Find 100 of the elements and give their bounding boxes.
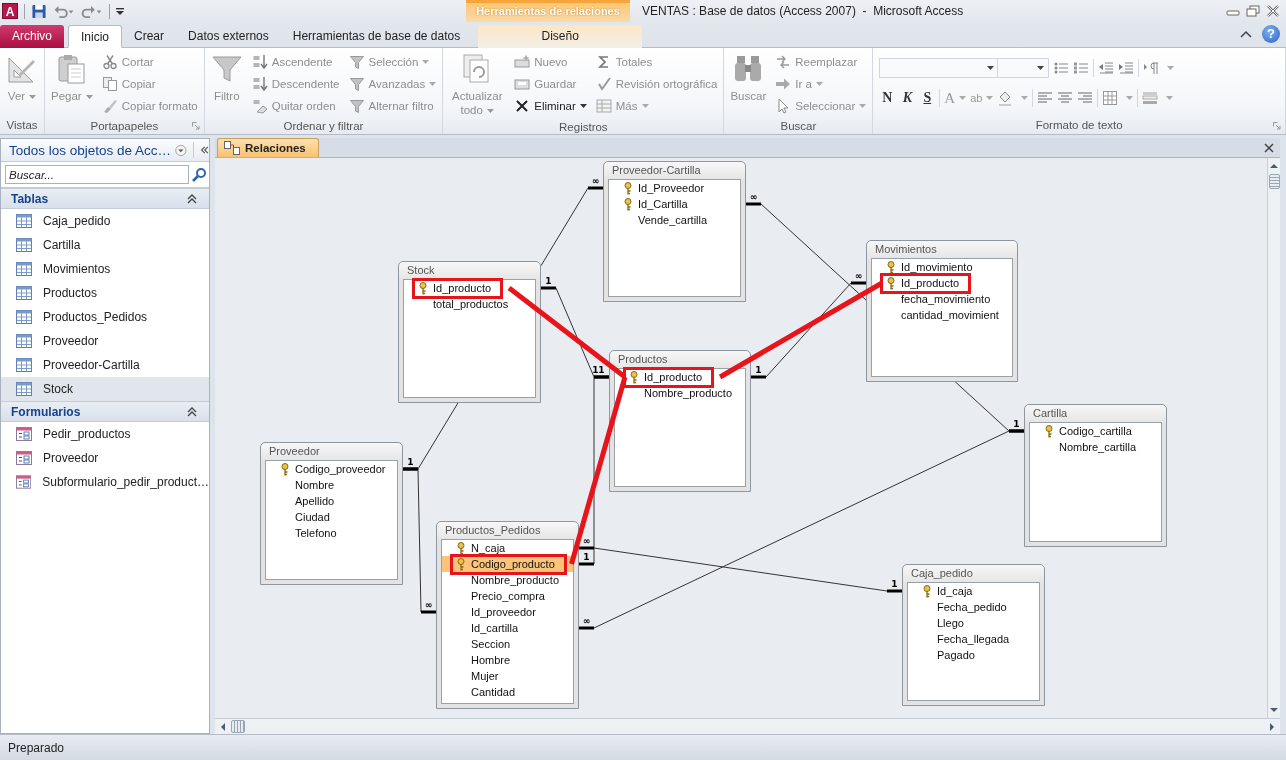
horizontal-scrollbar[interactable] [215, 718, 1280, 734]
align-right-icon[interactable] [1077, 90, 1094, 106]
navigation-item[interactable]: Proveedor-Cartilla [1, 353, 209, 377]
table-card[interactable]: Proveedor Codigo_proveedor Nombre Apellido Ciudad Telefono [260, 442, 403, 585]
field-row[interactable]: fecha_movimiento [872, 291, 1012, 307]
field-row[interactable]: Nombre [266, 477, 397, 493]
relationship-line[interactable] [579, 375, 609, 566]
field-row[interactable]: Id_movimiento [872, 259, 1012, 275]
navigation-item[interactable]: Pedir_productos [1, 422, 209, 446]
restore-icon[interactable] [1246, 5, 1260, 17]
field-row[interactable]: Mujer [442, 668, 573, 684]
table-card[interactable]: Stock Id_producto total_productos [398, 261, 541, 403]
font-style-button[interactable]: N [879, 90, 896, 106]
field-row[interactable]: Nombre_producto [442, 572, 573, 588]
scroll-down-icon[interactable] [1269, 706, 1279, 714]
table-card[interactable]: Productos Id_producto Nombre_producto [609, 350, 751, 492]
field-row[interactable]: N_caja [442, 540, 573, 556]
field-row[interactable]: Nombre_cartilla [1030, 439, 1161, 455]
field-row[interactable]: Telefono [266, 525, 397, 541]
paragraph-icon[interactable] [1143, 60, 1160, 76]
ribbon-tab[interactable]: Inicio [68, 25, 123, 48]
group-header[interactable]: Tablas [1, 188, 209, 209]
scroll-right-icon[interactable] [1268, 721, 1276, 732]
field-row[interactable]: Apellido [266, 493, 397, 509]
navigation-item[interactable]: Movimientos [1, 257, 209, 281]
scrollbar-thumb[interactable] [1268, 174, 1280, 189]
ribbon-tab[interactable]: Datos externos [176, 25, 281, 48]
field-row[interactable]: Id_Proveedor [609, 180, 740, 196]
table-card[interactable]: Cartilla Codigo_cartilla Nombre_cartilla [1024, 404, 1167, 547]
decrease-indent-icon[interactable] [1098, 60, 1115, 76]
field-row[interactable]: Fecha_pedido [908, 599, 1039, 615]
navigation-item[interactable]: Caja_pedido [1, 209, 209, 233]
scroll-up-icon[interactable] [1269, 162, 1279, 170]
increase-indent-icon[interactable] [1118, 60, 1135, 76]
save-icon[interactable] [31, 3, 47, 19]
field-row[interactable]: Llego [908, 615, 1039, 631]
gridlines-icon[interactable] [1102, 90, 1119, 106]
field-row[interactable]: total_productos [404, 296, 535, 312]
redo-icon[interactable] [81, 3, 103, 19]
align-center-icon[interactable] [1057, 90, 1074, 106]
table-card[interactable]: Proveedor-Cartilla Id_Proveedor Id_Cartilla Vende_cartilla [603, 161, 746, 302]
field-row[interactable]: cantidad_movimient [872, 307, 1012, 323]
relationship-line[interactable] [579, 546, 902, 593]
field-row[interactable]: Cantidad [442, 684, 573, 700]
relationship-line[interactable] [403, 467, 436, 614]
navigation-item[interactable]: Proveedor [1, 446, 209, 470]
scroll-left-icon[interactable] [219, 721, 227, 732]
numbered-list-icon[interactable] [1073, 60, 1090, 76]
field-row[interactable]: Id_producto [615, 369, 745, 385]
field-row[interactable]: Nombre_producto [615, 385, 745, 401]
field-row[interactable]: Codigo_proveedor [266, 461, 397, 477]
scrollbar-thumb[interactable] [231, 720, 245, 733]
table-card[interactable]: Productos_Pedidos N_caja Codigo_producto Nombre_producto Precio_compra Id_proveedor Id_cartilla Seccion Hombre Mujer Cantidad [436, 521, 579, 709]
field-row[interactable]: Id_proveedor [442, 604, 573, 620]
field-row[interactable]: Id_producto [404, 280, 535, 296]
field-row[interactable]: Ciudad [266, 509, 397, 525]
vertical-scrollbar[interactable] [1267, 158, 1280, 718]
field-row[interactable]: Pagado [908, 647, 1039, 663]
relationship-line[interactable] [579, 429, 1024, 630]
table-card[interactable]: Caja_pedido Id_caja Fecha_pedido Llego Fecha_llegada Pagado [902, 564, 1045, 706]
align-left-icon[interactable] [1037, 90, 1054, 106]
field-row[interactable]: Id_caja [908, 583, 1039, 599]
ribbon-tab[interactable]: Diseño [478, 25, 643, 48]
navigation-item[interactable]: Subformulario_pedir_product… [1, 470, 209, 494]
alternate-row-icon[interactable] [1142, 90, 1159, 106]
field-row[interactable]: Id_Cartilla [609, 196, 740, 212]
search-icon[interactable] [191, 166, 207, 183]
close-icon[interactable] [1264, 143, 1274, 153]
collapse-pane-icon[interactable] [199, 145, 209, 155]
navigation-item[interactable]: Stock [1, 377, 209, 401]
document-tab[interactable]: Relaciones [217, 138, 319, 157]
field-row[interactable]: Fecha_llegada [908, 631, 1039, 647]
field-row[interactable]: Hombre [442, 652, 573, 668]
group-header[interactable]: Formularios [1, 401, 209, 422]
dropdown-icon[interactable] [175, 142, 187, 158]
bullet-list-icon[interactable] [1053, 60, 1070, 76]
field-row[interactable]: Codigo_cartilla [1030, 423, 1161, 439]
dialog-launcher-icon[interactable] [191, 122, 200, 130]
ribbon-button[interactable]: Eliminar [511, 95, 590, 117]
table-card[interactable]: Movimientos Id_movimiento Id_producto fecha_movimiento cantidad_movimient [866, 240, 1018, 382]
font-style-button[interactable]: K [899, 90, 916, 106]
field-row[interactable]: Id_cartilla [442, 620, 573, 636]
field-row[interactable]: Precio_compra [442, 588, 573, 604]
field-row[interactable]: Codigo_producto [442, 556, 573, 572]
search-field[interactable]: Buscar... [5, 165, 189, 184]
ribbon-tab[interactable]: Archivo [0, 25, 64, 48]
paint-bucket-icon[interactable] [997, 90, 1014, 106]
customize-caret-icon[interactable] [116, 7, 124, 15]
ribbon-tab[interactable]: Herramientas de base de datos [280, 25, 473, 48]
font-style-button[interactable]: S [919, 90, 936, 106]
field-row[interactable]: Seccion [442, 636, 573, 652]
navigation-item[interactable]: Cartilla [1, 233, 209, 257]
field-row[interactable]: Vende_cartilla [609, 212, 740, 228]
navigation-item[interactable]: Proveedor [1, 329, 209, 353]
navigation-item[interactable]: Productos_Pedidos [1, 305, 209, 329]
close-icon[interactable] [1266, 5, 1280, 17]
collapse-ribbon-icon[interactable] [1240, 30, 1252, 38]
field-row[interactable]: Id_producto [872, 275, 1012, 291]
dialog-launcher-icon[interactable] [1273, 122, 1281, 130]
ribbon-tab[interactable]: Crear [122, 25, 177, 48]
